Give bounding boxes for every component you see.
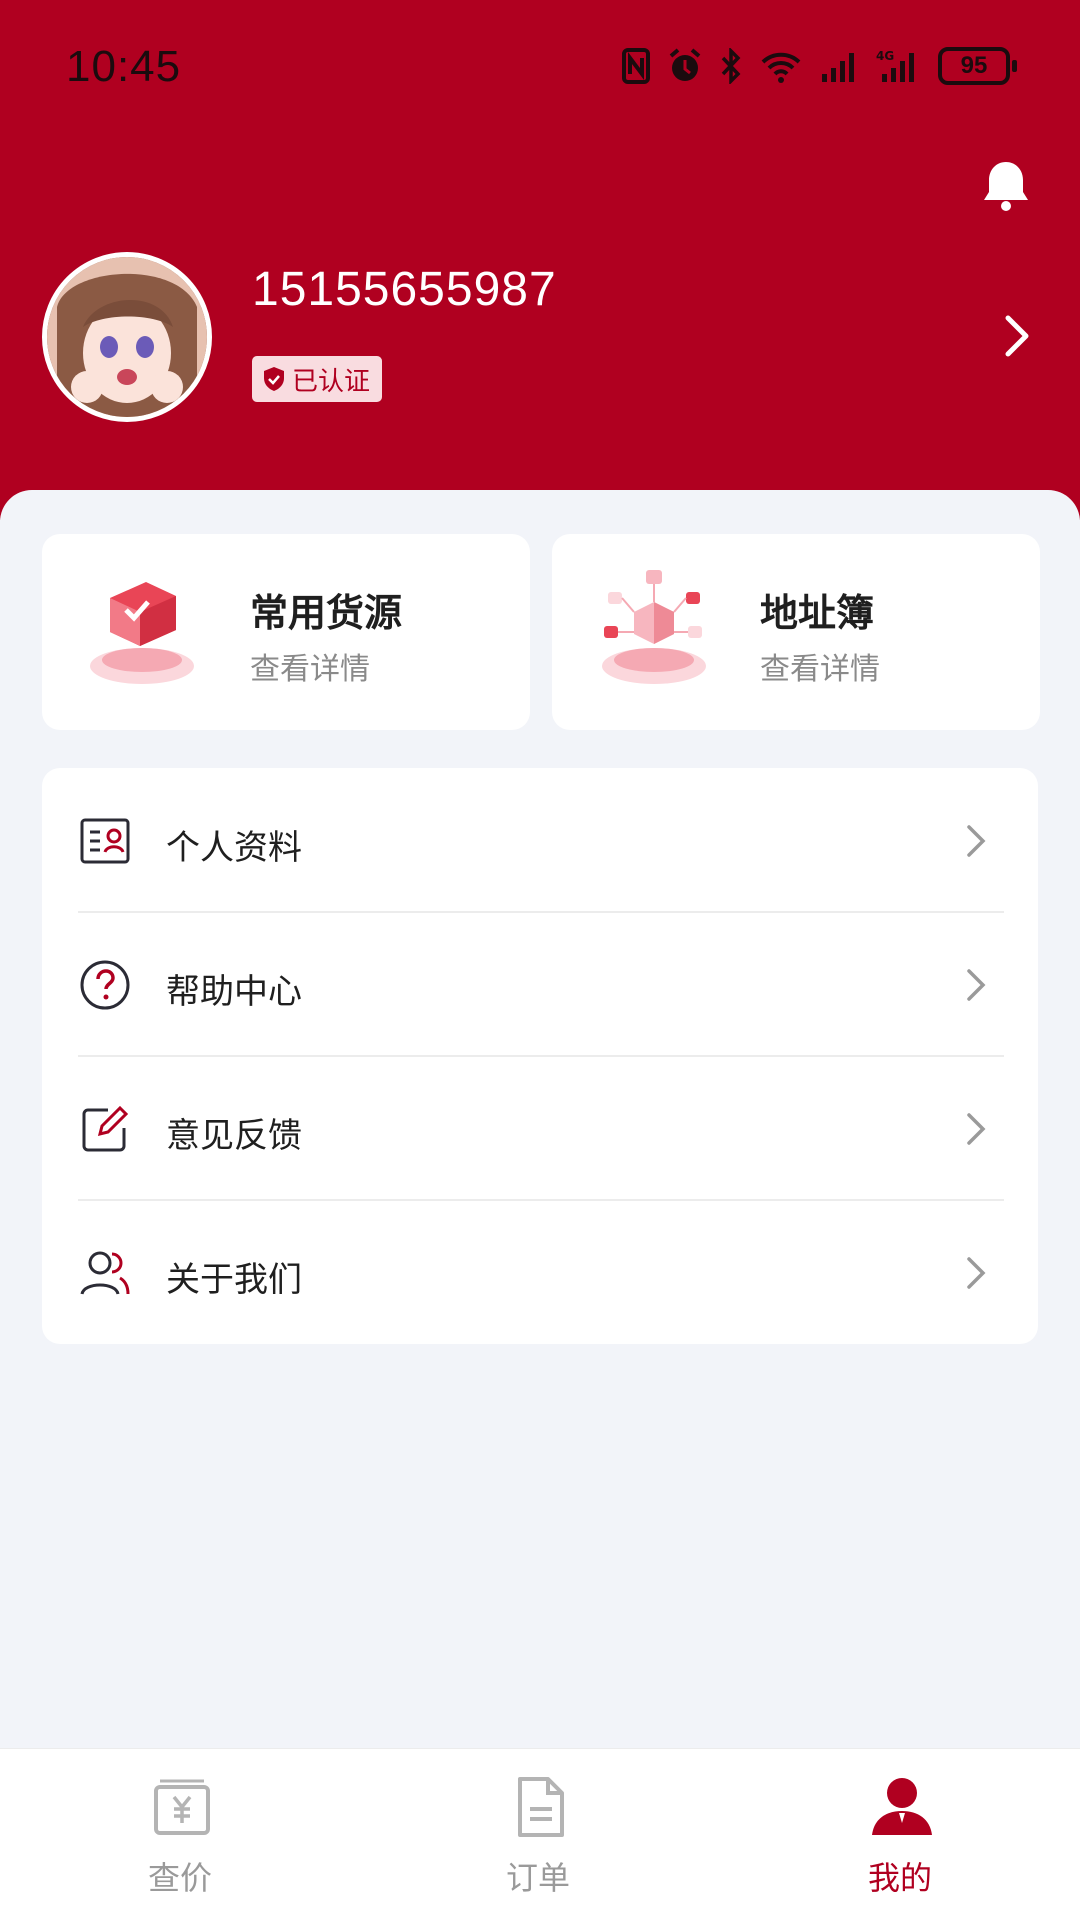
alarm-icon [669,48,701,81]
menu-item-feedback[interactable]: 意见反馈 [42,1056,1038,1200]
bottom-nav: 查价 订单 我的 [0,1748,1080,1920]
shield-check-icon [264,367,284,391]
tab-mine[interactable]: 我的 [800,1749,1000,1920]
avatar[interactable] [42,252,212,422]
chevron-right-icon [967,1113,986,1145]
profile-header: 10:45 4G 95 15155655987 已认证 [0,0,1080,520]
menu-item-about[interactable]: 关于我们 [42,1200,1038,1344]
package-illustration [90,582,194,684]
verified-label: 已认证 [292,366,371,397]
menu-item-label: 帮助中心 [166,972,302,1012]
status-icons: 4G 95 [622,44,1017,88]
bluetooth-icon [721,48,741,84]
quick-card-subtitle: 查看详情 [760,652,880,687]
quick-card-common-goods[interactable]: 常用货源 查看详情 [42,534,530,730]
quick-card-address-book[interactable]: 地址簿 查看详情 [552,534,1040,730]
chevron-right-icon [967,969,986,1001]
avatar-illustration [47,257,207,417]
battery-icon: 95 [938,47,1017,85]
chevron-right-icon [967,1257,986,1289]
person-icon [872,1778,932,1835]
tab-label: 我的 [867,1859,932,1897]
settings-menu: 个人资料 帮助中心 意见反馈 关于我们 [42,768,1038,1344]
bell-icon[interactable] [982,158,1030,212]
chevron-right-icon [967,825,986,857]
help-circle-icon [80,960,130,1010]
tab-price[interactable]: 查价 [80,1749,280,1920]
menu-item-label: 关于我们 [166,1260,302,1300]
menu-item-label: 个人资料 [166,828,302,868]
wifi-icon [761,52,801,83]
menu-item-help[interactable]: 帮助中心 [42,912,1038,1056]
nfc-icon [622,48,650,84]
price-icon [154,1779,210,1835]
chevron-right-icon[interactable] [1002,312,1032,360]
tab-orders[interactable]: 订单 [438,1749,638,1920]
tab-label: 订单 [505,1859,570,1897]
menu-item-profile[interactable]: 个人资料 [42,768,1038,912]
users-icon [80,1251,130,1295]
network-illustration [602,570,706,684]
4g-signal-icon: 4G [876,49,914,82]
tab-label: 查价 [147,1859,212,1897]
verified-badge: 已认证 [252,356,383,402]
signal-icon [822,53,854,82]
svg-text:4G: 4G [876,49,894,63]
phone-number: 15155655987 [252,263,557,316]
quick-card-title: 常用货源 [250,591,403,635]
edit-feedback-icon [82,1105,129,1152]
profile-card-icon [80,818,130,864]
order-icon [518,1777,564,1837]
menu-item-label: 意见反馈 [166,1116,302,1156]
quick-card-subtitle: 查看详情 [250,652,370,687]
status-bar: 10:45 4G 95 [0,0,1080,136]
quick-card-title: 地址簿 [760,591,875,635]
status-time: 10:45 [66,42,182,91]
battery-level: 95 [960,52,988,79]
